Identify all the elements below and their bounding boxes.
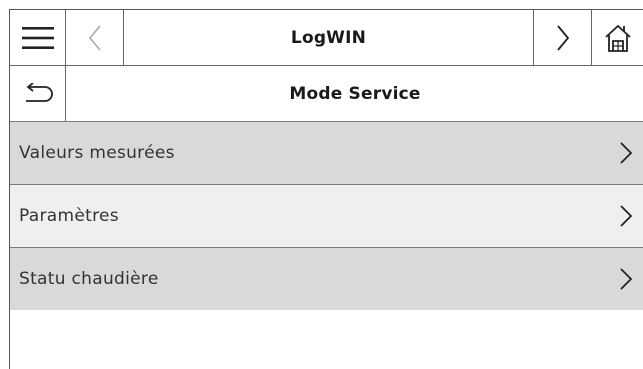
hamburger-menu-icon	[21, 26, 54, 50]
back-button[interactable]	[10, 66, 66, 121]
previous-button[interactable]	[66, 10, 124, 66]
page-title: LogWIN	[290, 27, 367, 48]
menu-item-parametres[interactable]: Paramètres	[10, 184, 643, 247]
chevron-right-icon	[620, 268, 632, 290]
menu-item-label: Statu chaudière	[19, 269, 159, 289]
home-icon	[604, 23, 632, 53]
next-button[interactable]	[534, 10, 592, 66]
chevron-right-icon	[620, 142, 632, 164]
home-button[interactable]	[592, 10, 643, 66]
subheader-title: Mode Service	[289, 83, 421, 104]
top-navigation-bar: LogWIN	[10, 10, 643, 66]
menu-item-label: Paramètres	[19, 206, 119, 226]
app-window: LogWIN Mode Service Valeurs mesurées Par…	[9, 9, 643, 369]
subheader-title-cell: Mode Service	[66, 66, 643, 121]
menu-item-label: Valeurs mesurées	[19, 143, 175, 163]
chevron-right-icon	[556, 24, 570, 51]
chevron-right-icon	[620, 205, 632, 227]
chevron-left-icon	[88, 24, 102, 51]
menu-item-valeurs-mesurees[interactable]: Valeurs mesurées	[10, 121, 643, 184]
page-title-cell: LogWIN	[124, 10, 534, 66]
menu-button[interactable]	[10, 10, 66, 66]
menu-item-statu-chaudiere[interactable]: Statu chaudière	[10, 247, 643, 310]
back-arrow-icon	[23, 82, 53, 105]
subheader-bar: Mode Service	[10, 66, 643, 121]
